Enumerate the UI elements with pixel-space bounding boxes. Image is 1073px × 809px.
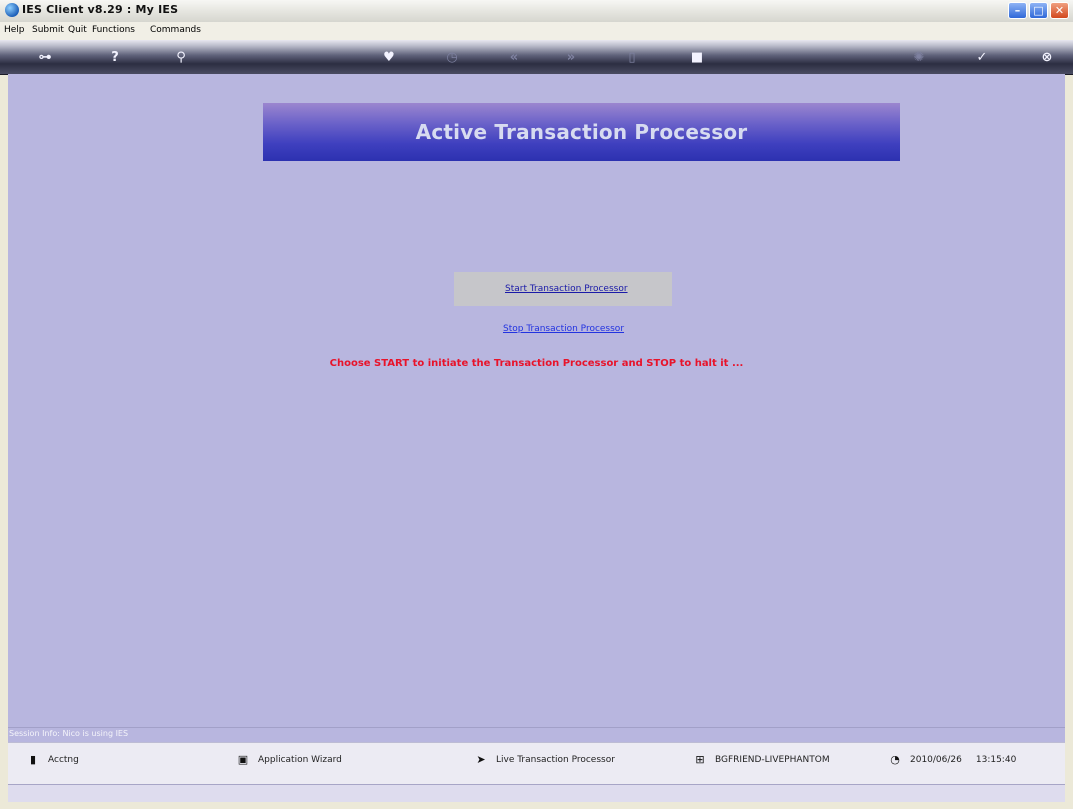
ledger-icon: ▮ bbox=[29, 753, 37, 766]
maximize-button[interactable]: □ bbox=[1029, 2, 1048, 19]
close-icon[interactable]: ⊗ bbox=[1036, 49, 1058, 65]
status-acctng-label: Acctng bbox=[48, 754, 79, 765]
status-date: 2010/06/26 bbox=[910, 754, 962, 765]
start-button-area[interactable]: Start Transaction Processor bbox=[454, 272, 672, 306]
menu-commands[interactable]: Commands bbox=[150, 25, 201, 35]
page-title: Active Transaction Processor bbox=[415, 120, 748, 144]
toolbar: ⊶ ? ⚲ ♥ ◷ « » ▯ ■ ✺ ✓ ⊗ bbox=[0, 40, 1073, 75]
instruction-text: Choose START to initiate the Transaction… bbox=[329, 358, 744, 369]
page-banner: Active Transaction Processor bbox=[263, 103, 900, 161]
status-time: 13:15:40 bbox=[975, 754, 1017, 765]
title-bar: IES Client v8.29 : My IES – □ ✕ bbox=[0, 0, 1073, 23]
status-connection-label: BGFRIEND-LIVEPHANTOM bbox=[715, 754, 830, 765]
menu-help[interactable]: Help bbox=[4, 25, 25, 35]
stop-icon[interactable]: ■ bbox=[686, 49, 708, 65]
start-transaction-processor-link[interactable]: Start Transaction Processor bbox=[505, 284, 628, 294]
rewind-icon[interactable]: « bbox=[503, 49, 525, 65]
calendar-icon[interactable]: ▯ bbox=[621, 49, 643, 65]
ies-globe-icon bbox=[5, 3, 19, 17]
main-panel: Active Transaction Processor Start Trans… bbox=[8, 74, 1065, 727]
processor-icon: ➤ bbox=[476, 753, 486, 766]
network-icon: ⊞ bbox=[695, 753, 705, 766]
stop-transaction-processor-link[interactable]: Stop Transaction Processor bbox=[503, 324, 624, 334]
session-info-text: Session Info: Nico is using IES bbox=[9, 729, 129, 738]
status-acctng[interactable]: ▮ Acctng bbox=[26, 753, 79, 766]
heart-icon[interactable]: ♥ bbox=[378, 49, 400, 65]
check-icon[interactable]: ✓ bbox=[971, 49, 993, 65]
close-window-button[interactable]: ✕ bbox=[1050, 2, 1069, 19]
status-connection[interactable]: ⊞ BGFRIEND-LIVEPHANTOM bbox=[693, 753, 830, 766]
status-datetime: ◔ 2010/06/26 13:15:40 bbox=[888, 753, 1016, 766]
clock-icon: ◔ bbox=[890, 753, 900, 766]
status-processor-label: Live Transaction Processor bbox=[496, 754, 615, 765]
history-icon[interactable]: ◷ bbox=[441, 49, 463, 65]
menu-submit[interactable]: Submit bbox=[32, 25, 64, 35]
menu-functions[interactable]: Functions bbox=[92, 25, 135, 35]
minimize-button[interactable]: – bbox=[1008, 2, 1027, 19]
status-live-transaction-processor[interactable]: ➤ Live Transaction Processor bbox=[474, 753, 615, 766]
help-icon[interactable]: ? bbox=[104, 49, 126, 65]
window-controls: – □ ✕ bbox=[1008, 2, 1069, 19]
bottom-strip bbox=[8, 784, 1065, 802]
search-icon[interactable]: ⚲ bbox=[170, 49, 192, 65]
window-title: IES Client v8.29 : My IES bbox=[22, 3, 179, 16]
status-application-wizard[interactable]: ▣ Application Wizard bbox=[236, 753, 342, 766]
status-wizard-label: Application Wizard bbox=[258, 754, 342, 765]
app-window: IES Client v8.29 : My IES – □ ✕ Help Sub… bbox=[0, 0, 1073, 809]
key-icon[interactable]: ⊶ bbox=[34, 49, 56, 65]
wizard-icon: ▣ bbox=[237, 753, 249, 766]
menu-quit[interactable]: Quit bbox=[68, 25, 87, 35]
forward-icon[interactable]: » bbox=[560, 49, 582, 65]
session-info-bar: Session Info: Nico is using IES bbox=[8, 727, 1065, 742]
settings-icon[interactable]: ✺ bbox=[908, 49, 930, 65]
menu-bar: Help Submit Quit Functions Commands bbox=[0, 22, 1073, 41]
status-bar: ▮ Acctng ▣ Application Wizard ➤ Live Tra… bbox=[8, 742, 1065, 785]
